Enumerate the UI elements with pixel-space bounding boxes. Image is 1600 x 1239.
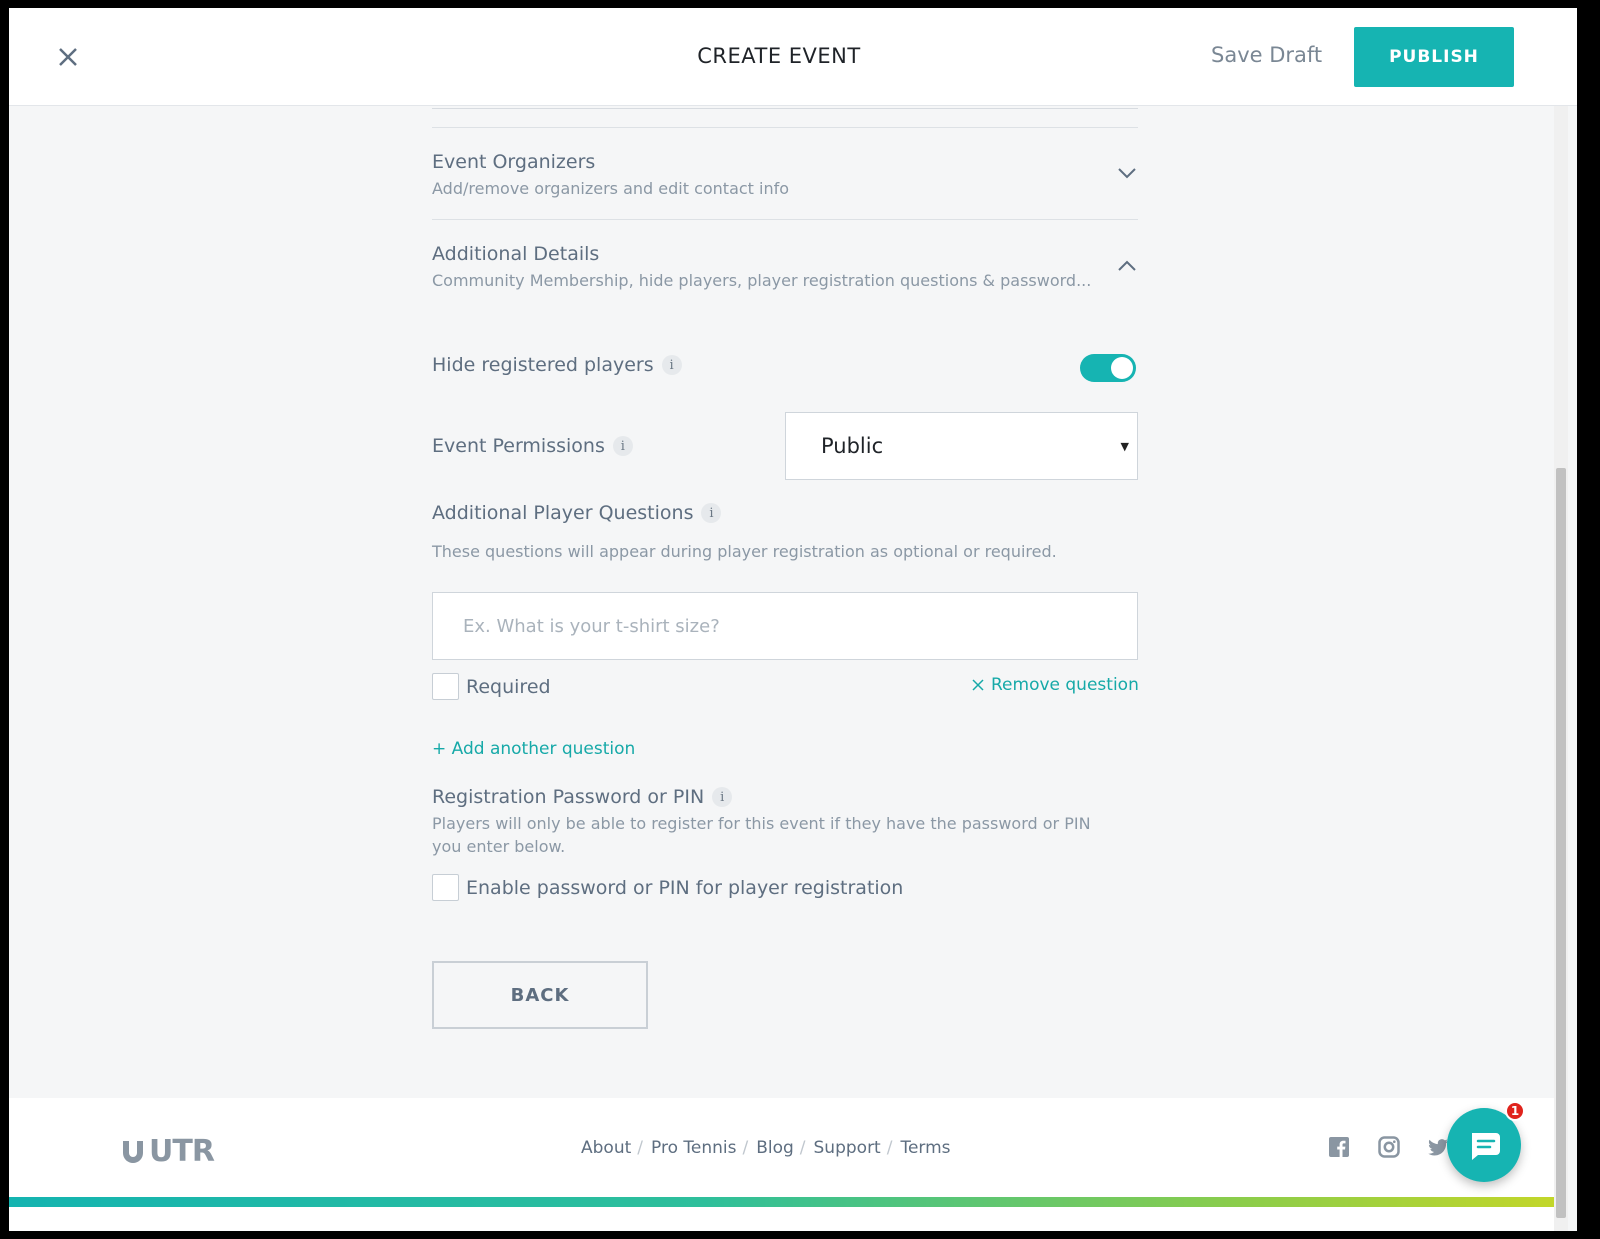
info-icon[interactable]: i xyxy=(661,355,682,375)
top-bar: CREATE EVENT Save Draft PUBLISH xyxy=(9,8,1577,106)
player-questions-heading: Additional Player Questions i xyxy=(432,502,1138,524)
close-icon xyxy=(972,679,984,691)
event-permissions-value: Public xyxy=(821,434,884,458)
footer-link-support[interactable]: Support xyxy=(814,1138,881,1158)
chevron-up-icon[interactable] xyxy=(1116,259,1138,273)
footer-link-terms[interactable]: Terms xyxy=(900,1138,950,1158)
section-bottom-border xyxy=(432,106,1138,109)
required-checkbox-row: Required xyxy=(432,673,551,700)
info-icon[interactable]: i xyxy=(612,436,633,456)
add-question-link[interactable]: + Add another question xyxy=(432,739,635,759)
accordion-subtitle: Add/remove organizers and edit contact i… xyxy=(432,179,790,198)
remove-question-link[interactable]: Remove question xyxy=(971,675,1139,695)
hide-players-label: Hide registered players xyxy=(432,354,654,376)
save-draft-button[interactable]: Save Draft xyxy=(1211,43,1322,67)
hide-players-toggle[interactable] xyxy=(1080,354,1136,382)
vertical-scrollbar[interactable] xyxy=(1554,106,1568,1231)
info-icon[interactable]: i xyxy=(712,787,733,807)
password-title: Registration Password or PIN xyxy=(432,786,705,808)
password-help-line: you enter below. xyxy=(432,837,566,856)
utr-logo-mark-icon xyxy=(123,1140,143,1163)
required-checkbox[interactable] xyxy=(432,673,459,700)
scrollbar-thumb[interactable] xyxy=(1556,468,1566,1218)
player-questions-help: These questions will appear during playe… xyxy=(432,542,1057,561)
divider xyxy=(432,127,1138,128)
hide-players-row: Hide registered players i xyxy=(432,354,1138,376)
notification-badge: 1 xyxy=(1505,1101,1525,1121)
player-question-input[interactable] xyxy=(432,592,1138,660)
footer-separator: / xyxy=(886,1138,893,1158)
footer-link-blog[interactable]: Blog xyxy=(756,1138,794,1158)
accordion-subtitle: Community Membership, hide players, play… xyxy=(432,271,1092,290)
divider xyxy=(432,219,1138,220)
accordion-additional-details[interactable]: Additional Details Community Membership,… xyxy=(432,243,1138,290)
footer: UTR About / Pro Tennis / Blog / Support … xyxy=(9,1098,1554,1231)
password-help-line: Players will only be able to register fo… xyxy=(432,814,1091,833)
footer-links: About / Pro Tennis / Blog / Support / Te… xyxy=(581,1138,951,1158)
toggle-knob xyxy=(1111,357,1133,379)
event-permissions-select[interactable]: Public ▼ xyxy=(785,412,1138,480)
footer-separator: / xyxy=(637,1138,643,1158)
player-questions-title: Additional Player Questions xyxy=(432,502,694,524)
facebook-icon[interactable] xyxy=(1328,1136,1350,1158)
enable-password-row: Enable password or PIN for player regist… xyxy=(432,874,903,901)
twitter-icon[interactable] xyxy=(1427,1136,1449,1158)
footer-link-about[interactable]: About xyxy=(581,1138,631,1158)
enable-password-checkbox[interactable] xyxy=(432,874,459,901)
utr-logo-text: UTR xyxy=(149,1134,215,1169)
footer-link-pro-tennis[interactable]: Pro Tennis xyxy=(651,1138,736,1158)
info-icon[interactable]: i xyxy=(701,503,722,523)
required-label: Required xyxy=(466,675,551,698)
event-permissions-row: Event Permissions i xyxy=(432,435,772,457)
accordion-event-organizers[interactable]: Event Organizers Add/remove organizers a… xyxy=(432,151,1138,198)
footer-separator: / xyxy=(799,1138,806,1158)
password-heading: Registration Password or PIN i xyxy=(432,786,1138,808)
back-button[interactable]: BACK xyxy=(432,961,648,1029)
brand-gradient-bar xyxy=(9,1197,1554,1207)
chevron-down-icon[interactable] xyxy=(1116,166,1138,180)
event-permissions-label: Event Permissions xyxy=(432,435,605,457)
app-window: CREATE EVENT Save Draft PUBLISH Event Or… xyxy=(9,8,1577,1231)
instagram-icon[interactable] xyxy=(1378,1136,1400,1158)
password-help: Players will only be able to register fo… xyxy=(432,812,1138,858)
footer-separator: / xyxy=(742,1138,749,1158)
enable-password-label: Enable password or PIN for player regist… xyxy=(466,876,904,899)
accordion-title: Event Organizers xyxy=(432,151,596,173)
remove-question-label: Remove question xyxy=(991,675,1139,695)
publish-button[interactable]: PUBLISH xyxy=(1354,27,1514,87)
dropdown-arrow-icon: ▼ xyxy=(1120,440,1129,453)
utr-logo[interactable]: UTR xyxy=(120,1134,215,1169)
accordion-title: Additional Details xyxy=(432,243,600,265)
